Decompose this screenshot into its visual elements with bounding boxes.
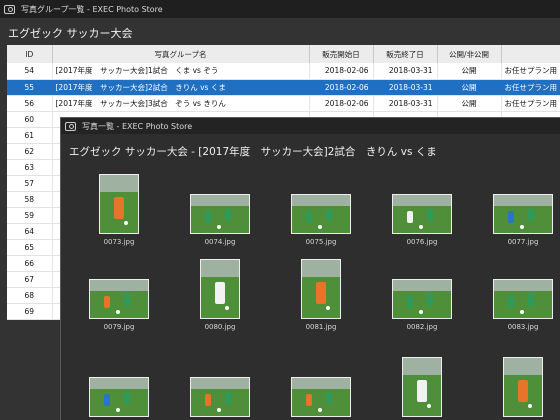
photo-image [392,194,452,234]
row-id-cell: 55 [7,79,53,96]
photo-thumbnail[interactable]: 0075.jpg [276,168,366,246]
row-end-date-cell: 2018-03-31 [373,79,438,96]
photo-image [503,357,543,417]
column-header-visibility[interactable]: 公開/非公開 [437,45,502,63]
photo-filename: 0075.jpg [305,238,337,246]
photo-image [200,259,240,319]
table-header-row: ID 写真グループ名 販売開始日 販売終了日 公開/非公開 [7,45,560,63]
photo-image [89,279,149,319]
photo-image [493,194,553,234]
photo-image [392,279,452,319]
photo-filename: 0073.jpg [103,238,135,246]
photo-image [493,279,553,319]
row-group-name-cell: [2017年度 サッカー大会]1試合 くま vs ぞう [52,63,310,80]
photo-thumbnail[interactable]: 0082.jpg [377,259,467,331]
photo-thumbnail[interactable]: 0073.jpg [74,168,164,246]
photo-thumbnail[interactable]: 0083.jpg [478,259,560,331]
photo-filename: 0082.jpg [406,323,438,331]
row-plan-cell: お任せプラン用 [501,79,560,96]
photo-filename: 0079.jpg [103,323,135,331]
photo-image [402,357,442,417]
row-id-cell: 58 [7,191,53,208]
photo-thumbnail[interactable]: 0076.jpg [377,168,467,246]
back-window-title: 写真グループ一覧 - EXEC Photo Store [21,4,163,14]
photo-filename: 0076.jpg [406,238,438,246]
photo-thumbnail[interactable]: 0077.jpg [478,168,560,246]
row-id-cell: 61 [7,127,53,144]
row-id-cell: 63 [7,159,53,176]
front-window-title: 写真一覧 - EXEC Photo Store [82,121,193,131]
row-start-date-cell: 2018-02-06 [309,95,374,112]
photo-filename: 0080.jpg [204,323,236,331]
table-row[interactable]: 55 [2017年度 サッカー大会]2試合 きりん vs くま 2018-02-06… [7,79,560,96]
table-row[interactable]: 54 [2017年度 サッカー大会]1試合 くま vs ぞう 2018-02-06 2… [7,63,560,80]
photo-thumbnail[interactable]: 0081.jpg [276,259,366,331]
row-plan-cell: お任せプラン用 [501,63,560,80]
row-id-cell: 65 [7,239,53,256]
camera-icon [65,121,76,131]
column-header-extra[interactable] [501,45,560,63]
photo-thumbnail[interactable]: 0089.jpg [478,353,560,420]
photo-image [190,377,250,417]
photo-thumbnail[interactable]: 0087.jpg [276,353,366,420]
photo-filename: 0083.jpg [507,323,539,331]
column-header-id[interactable]: ID [7,45,53,63]
column-header-start-date[interactable]: 販売開始日 [309,45,374,63]
photo-filename: 0074.jpg [204,238,236,246]
photo-image [291,194,351,234]
row-id-cell: 68 [7,287,53,304]
row-group-name-cell: [2017年度 サッカー大会]2試合 きりん vs くま [52,79,310,96]
photo-list-window: 写真一覧 - EXEC Photo Store エグゼック サッカー大会 - [… [60,117,560,420]
row-end-date-cell: 2018-03-31 [373,63,438,80]
row-id-cell: 69 [7,303,53,320]
photo-image [99,174,139,234]
photo-thumbnail[interactable]: 0088.jpg [377,353,467,420]
table-row[interactable]: 56 [2017年度 サッカー大会]3試合 ぞう vs きりん 2018-02-06… [7,95,560,112]
row-id-cell: 66 [7,255,53,272]
row-start-date-cell: 2018-02-06 [309,63,374,80]
row-id-cell: 57 [7,175,53,192]
photo-thumbnail[interactable]: 0085.jpg [74,353,164,420]
row-id-cell: 62 [7,143,53,160]
row-visibility-cell: 公開 [437,79,502,96]
row-visibility-cell: 公開 [437,63,502,80]
camera-icon [4,4,15,14]
back-window-titlebar[interactable]: 写真グループ一覧 - EXEC Photo Store [0,0,560,18]
row-id-cell: 54 [7,63,53,80]
row-start-date-cell: 2018-02-06 [309,79,374,96]
row-end-date-cell: 2018-03-31 [373,95,438,112]
column-header-end-date[interactable]: 販売終了日 [373,45,438,63]
column-header-group-name[interactable]: 写真グループ名 [52,45,310,63]
row-visibility-cell: 公開 [437,95,502,112]
photo-filename: 0077.jpg [507,238,539,246]
row-id-cell: 60 [7,111,53,128]
row-plan-cell: お任せプラン用 [501,95,560,112]
row-id-cell: 67 [7,271,53,288]
photo-thumbnail[interactable]: 0079.jpg [74,259,164,331]
photo-image [89,377,149,417]
row-id-cell: 64 [7,223,53,240]
photo-thumbnail[interactable]: 0074.jpg [175,168,265,246]
row-group-name-cell: [2017年度 サッカー大会]3試合 ぞう vs きりん [52,95,310,112]
photo-thumbnail[interactable]: 0086.jpg [175,353,265,420]
front-window-titlebar[interactable]: 写真一覧 - EXEC Photo Store [61,118,560,134]
row-id-cell: 56 [7,95,53,112]
photo-image [301,259,341,319]
row-id-cell: 59 [7,207,53,224]
photo-filename: 0081.jpg [305,323,337,331]
photo-thumbnail[interactable]: 0080.jpg [175,259,265,331]
photo-image [291,377,351,417]
photo-image [190,194,250,234]
